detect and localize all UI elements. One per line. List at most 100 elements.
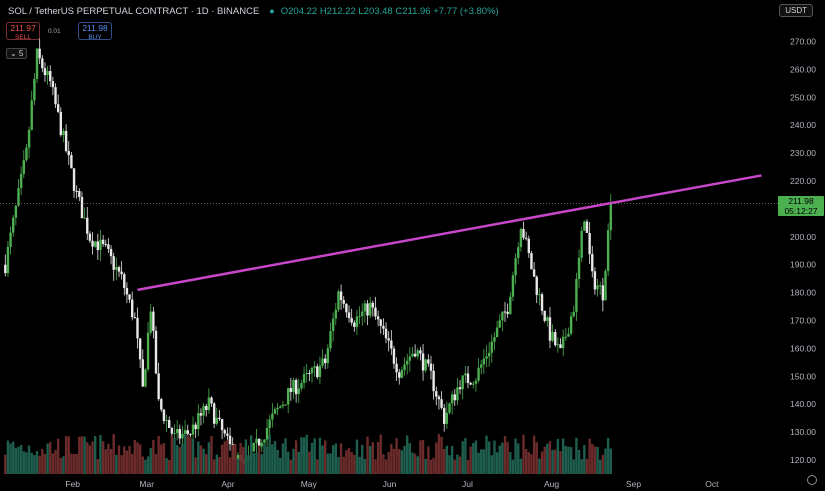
candle-body: [268, 419, 271, 429]
volume-bar: [115, 454, 118, 474]
volume-bar: [215, 454, 219, 474]
volume-bar: [236, 458, 240, 474]
volume-bar: [46, 443, 49, 474]
candle-body: [17, 187, 20, 206]
bar-countdown: 05:12:27: [784, 206, 818, 216]
volume-bar: [532, 435, 536, 474]
volume-bar: [324, 440, 327, 474]
candle-body: [131, 299, 134, 318]
x-tick-label: Jul: [462, 479, 473, 489]
volume-bar: [49, 442, 52, 474]
volume-bar: [59, 457, 63, 474]
volume-bar: [170, 435, 174, 474]
candle-body: [78, 190, 81, 197]
collapse-toggle[interactable]: ⌄ 5: [6, 48, 28, 59]
volume-bar: [466, 459, 470, 474]
volume-bar: [123, 446, 126, 474]
settings-icon[interactable]: [807, 475, 817, 485]
volume-bar: [93, 436, 97, 474]
volume-bar: [231, 444, 234, 474]
volume-bar: [249, 435, 253, 474]
volume-bar: [398, 449, 401, 474]
candle-body: [281, 404, 285, 407]
currency-selector[interactable]: USDT: [779, 4, 813, 17]
candle-body: [331, 318, 335, 332]
volume-bar: [257, 445, 261, 474]
volume-bar: [181, 443, 184, 474]
candle-body: [506, 311, 509, 315]
volume-bar: [519, 458, 523, 474]
volume-bar: [376, 442, 380, 474]
volume-bar: [318, 437, 322, 474]
volume-bar: [33, 454, 36, 474]
candle-body: [472, 383, 475, 385]
candle-body: [117, 267, 121, 272]
candle-body: [493, 337, 496, 342]
volume-bar: [112, 434, 115, 474]
candle-body: [49, 70, 52, 82]
buy-button[interactable]: 211.98 BUY: [78, 22, 112, 41]
volume-bar: [583, 444, 586, 474]
volume-bar: [289, 459, 293, 474]
y-tick-label: 140.00: [790, 399, 816, 409]
volume-bar: [149, 448, 152, 474]
candle-body: [334, 309, 337, 319]
sell-label: SELL: [15, 34, 31, 41]
volume-bar: [345, 450, 348, 474]
resistance-trendline: [137, 174, 762, 292]
volume-bar: [212, 459, 216, 474]
volume-bar: [131, 453, 134, 474]
volume-bar: [136, 442, 139, 474]
volume-bar: [559, 451, 562, 474]
candle-body: [443, 407, 446, 424]
volume-bar: [54, 449, 57, 474]
candle-body: [80, 196, 84, 219]
symbol-title[interactable]: SOL / TetherUS PERPETUAL CONTRACT · 1D ·…: [8, 6, 259, 17]
volume-bar: [183, 434, 187, 474]
volume-bar: [580, 459, 583, 474]
candle-body: [115, 267, 118, 270]
volume-bar: [509, 452, 512, 474]
candle-body: [257, 438, 261, 447]
candle-body: [564, 336, 568, 338]
candle-body: [400, 370, 404, 378]
candle-body: [517, 247, 520, 259]
candle-body: [146, 332, 150, 370]
candle-body: [382, 325, 385, 329]
candle-body: [96, 241, 100, 250]
volume-bar: [35, 451, 39, 474]
volume-bar: [421, 440, 425, 474]
candle-body: [62, 130, 65, 136]
volume-bar: [157, 435, 160, 474]
volume-bar: [498, 445, 501, 474]
volume-bar: [268, 434, 271, 474]
volume-bar: [255, 452, 258, 474]
candle-body: [329, 331, 332, 349]
price-chart[interactable]: 270.00260.00250.00240.00230.00220.00210.…: [0, 0, 825, 491]
candle-body: [273, 409, 277, 414]
volume-bar: [276, 449, 279, 474]
volume-bar: [575, 437, 578, 474]
y-tick-label: 160.00: [790, 343, 816, 353]
candle-body: [519, 228, 523, 248]
candle-body: [157, 373, 160, 400]
candle-body: [170, 428, 174, 434]
candle-body: [6, 246, 10, 274]
candle-body: [601, 285, 605, 301]
candle-body: [279, 406, 282, 408]
last-price-badge: 211.98 05:12:27: [778, 196, 824, 216]
candle-body: [54, 87, 57, 105]
volume-bar: [125, 450, 129, 474]
sell-button[interactable]: 211.97 SELL: [6, 22, 40, 41]
candle-body: [487, 352, 491, 357]
candle-body: [186, 430, 189, 435]
candle-body: [165, 420, 168, 422]
volume-bar: [540, 451, 544, 474]
candle-body: [271, 413, 274, 420]
volume-bar: [535, 442, 538, 474]
candle-body: [297, 388, 300, 395]
volume-bar: [273, 441, 277, 474]
candle-body: [25, 147, 28, 161]
volume-bar: [86, 442, 89, 474]
volume-bar: [70, 453, 73, 474]
